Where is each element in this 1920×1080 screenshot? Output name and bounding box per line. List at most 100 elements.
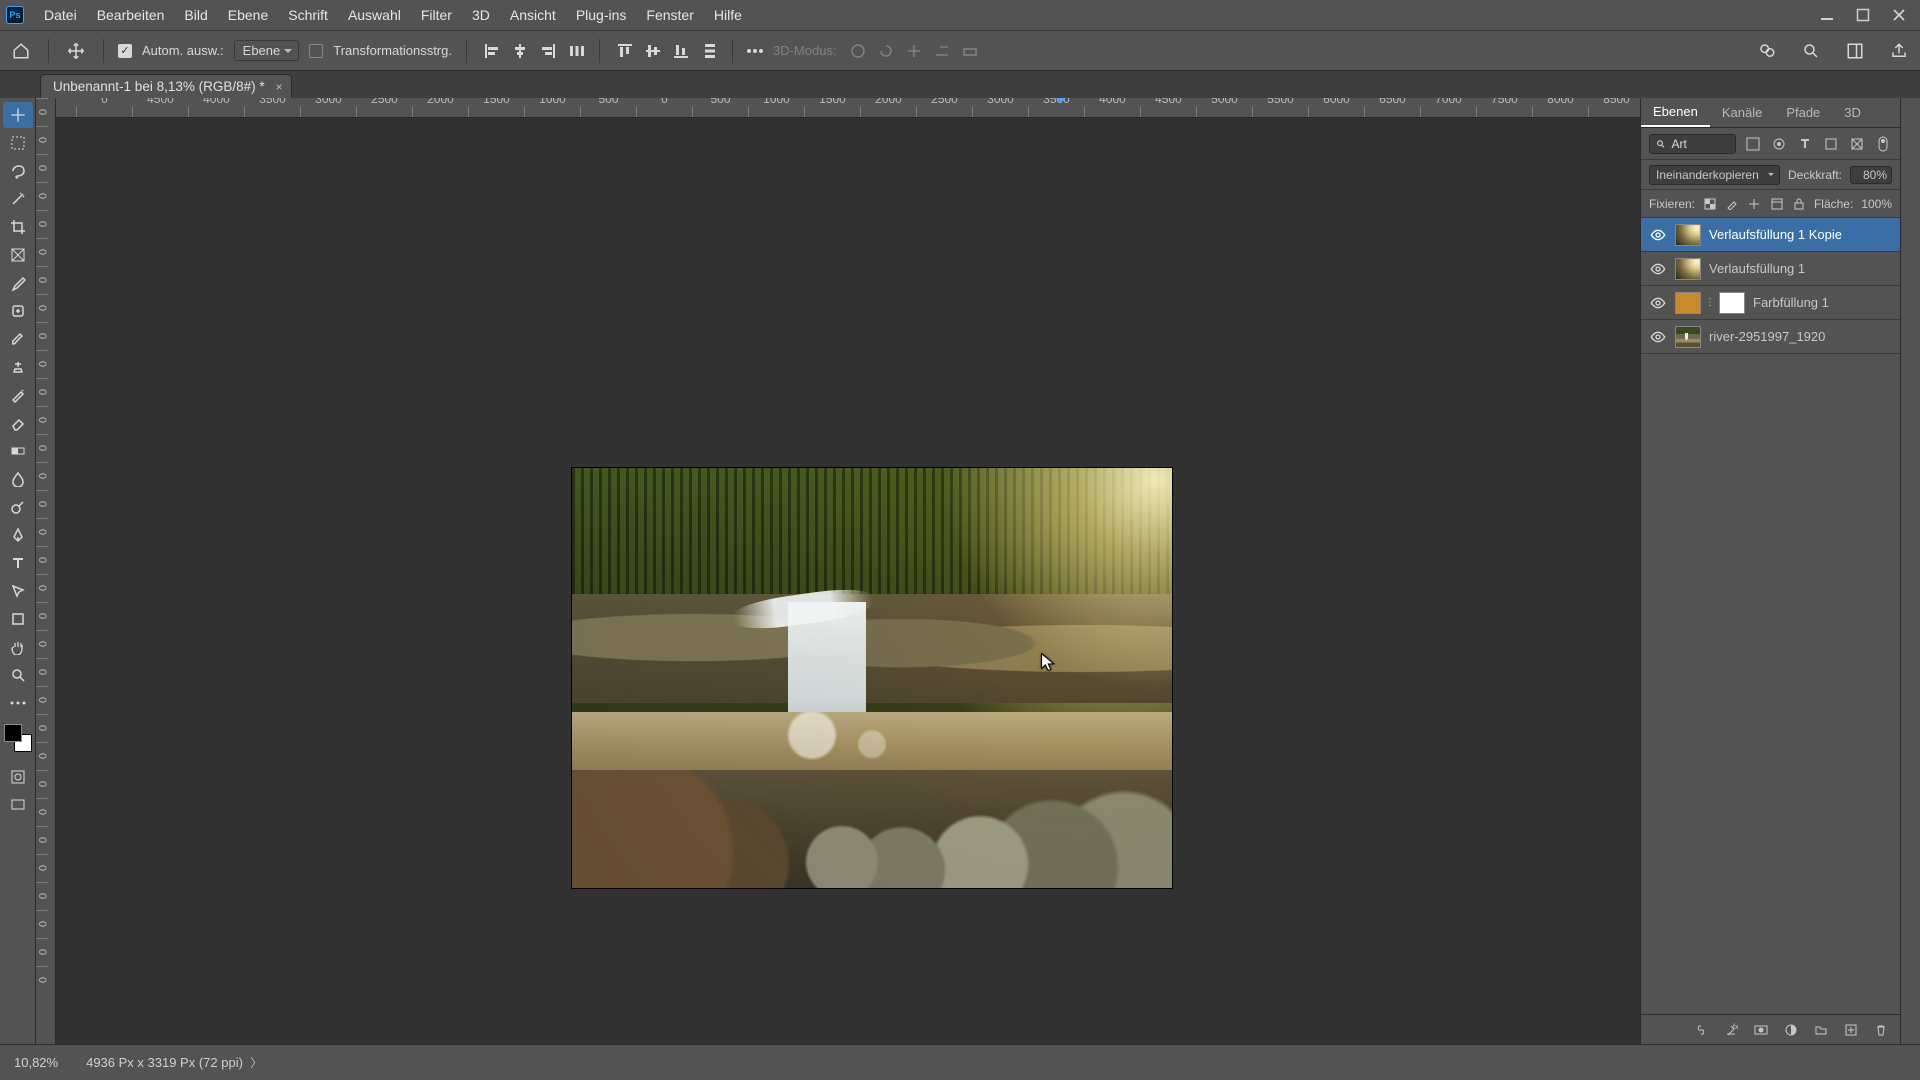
filter-toggle-icon[interactable] <box>1874 135 1892 153</box>
visibility-eye-icon[interactable] <box>1649 226 1667 244</box>
home-icon[interactable] <box>8 38 34 64</box>
maximize-icon[interactable] <box>1854 6 1872 24</box>
distribute-h-icon[interactable] <box>569 43 585 59</box>
menu-schrift[interactable]: Schrift <box>278 0 338 30</box>
zoom-tool[interactable] <box>3 662 33 688</box>
document-tab[interactable]: Unbenannt-1 bei 8,13% (RGB/8#) * × <box>40 74 292 98</box>
menu-plugins[interactable]: Plug-ins <box>566 0 637 30</box>
align-hcenter-icon[interactable] <box>509 40 531 62</box>
lock-paint-icon[interactable] <box>1725 196 1739 212</box>
crop-tool[interactable] <box>3 214 33 240</box>
search-icon[interactable] <box>1798 38 1824 64</box>
lock-artboard-icon[interactable] <box>1770 196 1784 212</box>
history-brush-tool[interactable] <box>3 382 33 408</box>
layer-row[interactable]: ⋮ Farbfüllung 1 <box>1641 286 1900 320</box>
layer-filter-kind[interactable] <box>1649 134 1736 154</box>
align-left-icon[interactable] <box>481 40 503 62</box>
filter-shape-icon[interactable] <box>1822 135 1840 153</box>
shape-tool[interactable] <box>3 606 33 632</box>
auto-select-checkbox[interactable]: ✓ <box>118 44 132 58</box>
tab-kanaele[interactable]: Kanäle <box>1710 98 1774 127</box>
adjustment-layer-icon[interactable] <box>1782 1021 1800 1039</box>
menu-datei[interactable]: Datei <box>34 0 87 30</box>
screen-mode-icon[interactable] <box>3 792 33 818</box>
filter-smart-icon[interactable] <box>1848 135 1866 153</box>
dodge-tool[interactable] <box>3 494 33 520</box>
collapsed-panels-strip[interactable] <box>1900 98 1920 1044</box>
lock-all-icon[interactable] <box>1792 196 1806 212</box>
lock-position-icon[interactable] <box>1747 196 1761 212</box>
frame-tool[interactable] <box>3 242 33 268</box>
layer-filter-input[interactable] <box>1671 137 1729 151</box>
canvas-image[interactable] <box>572 468 1172 888</box>
menu-bild[interactable]: Bild <box>174 0 217 30</box>
magic-wand-tool[interactable] <box>3 186 33 212</box>
visibility-eye-icon[interactable] <box>1649 328 1667 346</box>
hand-tool[interactable] <box>3 634 33 660</box>
align-top-icon[interactable] <box>614 40 636 62</box>
blur-tool[interactable] <box>3 466 33 492</box>
new-layer-icon[interactable] <box>1842 1021 1860 1039</box>
clone-stamp-tool[interactable] <box>3 354 33 380</box>
auto-select-target-select[interactable]: Ebene <box>234 40 300 61</box>
minimize-icon[interactable] <box>1818 6 1836 24</box>
healing-brush-tool[interactable] <box>3 298 33 324</box>
canvas-area[interactable]: 0450040003500300025002000150010005000500… <box>36 98 1640 1044</box>
menu-3d[interactable]: 3D <box>462 0 500 30</box>
menu-filter[interactable]: Filter <box>411 0 462 30</box>
quick-mask-icon[interactable] <box>3 764 33 790</box>
gradient-tool[interactable] <box>3 438 33 464</box>
tab-3d[interactable]: 3D <box>1832 98 1873 127</box>
lock-pixels-icon[interactable] <box>1703 196 1717 212</box>
layer-name[interactable]: Farbfüllung 1 <box>1753 295 1829 310</box>
color-swatches[interactable] <box>4 724 32 752</box>
align-vcenter-icon[interactable] <box>642 40 664 62</box>
share-icon[interactable] <box>1886 38 1912 64</box>
workspace-icon[interactable] <box>1842 38 1868 64</box>
fill-input[interactable]: 100% <box>1861 197 1892 211</box>
distribute-v-icon[interactable] <box>702 43 718 59</box>
menu-fenster[interactable]: Fenster <box>636 0 703 30</box>
layer-name[interactable]: river-2951997_1920 <box>1709 329 1825 344</box>
layer-mask-icon[interactable] <box>1752 1021 1770 1039</box>
layer-row[interactable]: Verlaufsfüllung 1 Kopie <box>1641 218 1900 252</box>
more-options-icon[interactable] <box>747 49 763 53</box>
doc-info[interactable]: 4936 Px x 3319 Px (72 ppi) 〉 <box>86 1054 262 1071</box>
mask-link-icon[interactable]: ⋮ <box>1705 298 1715 308</box>
delete-layer-icon[interactable] <box>1872 1021 1890 1039</box>
type-tool[interactable] <box>3 550 33 576</box>
lasso-tool[interactable] <box>3 158 33 184</box>
menu-hilfe[interactable]: Hilfe <box>704 0 752 30</box>
edit-toolbar-icon[interactable] <box>3 690 33 716</box>
group-icon[interactable] <box>1812 1021 1830 1039</box>
visibility-eye-icon[interactable] <box>1649 260 1667 278</box>
eyedropper-tool[interactable] <box>3 270 33 296</box>
zoom-readout[interactable]: 10,82% <box>14 1055 58 1070</box>
pen-tool[interactable] <box>3 522 33 548</box>
filter-type-icon[interactable] <box>1796 135 1814 153</box>
layer-row[interactable]: Verlaufsfüllung 1 <box>1641 252 1900 286</box>
transform-controls-checkbox[interactable] <box>309 44 323 58</box>
eraser-tool[interactable] <box>3 410 33 436</box>
marquee-tool[interactable] <box>3 130 33 156</box>
brush-tool[interactable] <box>3 326 33 352</box>
layer-row[interactable]: river-2951997_1920 <box>1641 320 1900 354</box>
move-tool-icon[interactable] <box>63 38 89 64</box>
align-right-icon[interactable] <box>537 40 559 62</box>
layer-name[interactable]: Verlaufsfüllung 1 <box>1709 261 1805 276</box>
align-bottom-icon[interactable] <box>670 40 692 62</box>
menu-auswahl[interactable]: Auswahl <box>338 0 411 30</box>
layer-name[interactable]: Verlaufsfüllung 1 Kopie <box>1709 227 1842 242</box>
filter-pixel-icon[interactable] <box>1744 135 1762 153</box>
move-tool[interactable] <box>3 102 33 128</box>
close-tab-icon[interactable]: × <box>276 80 283 94</box>
link-layers-icon[interactable] <box>1692 1021 1710 1039</box>
menu-ansicht[interactable]: Ansicht <box>500 0 566 30</box>
menu-bearbeiten[interactable]: Bearbeiten <box>87 0 175 30</box>
filter-adjust-icon[interactable] <box>1770 135 1788 153</box>
layer-style-icon[interactable]: fx <box>1722 1021 1740 1039</box>
tab-ebenen[interactable]: Ebenen <box>1641 98 1710 127</box>
path-select-tool[interactable] <box>3 578 33 604</box>
cloud-docs-icon[interactable] <box>1754 38 1780 64</box>
blend-mode-select[interactable]: Ineinanderkopieren <box>1649 165 1780 185</box>
